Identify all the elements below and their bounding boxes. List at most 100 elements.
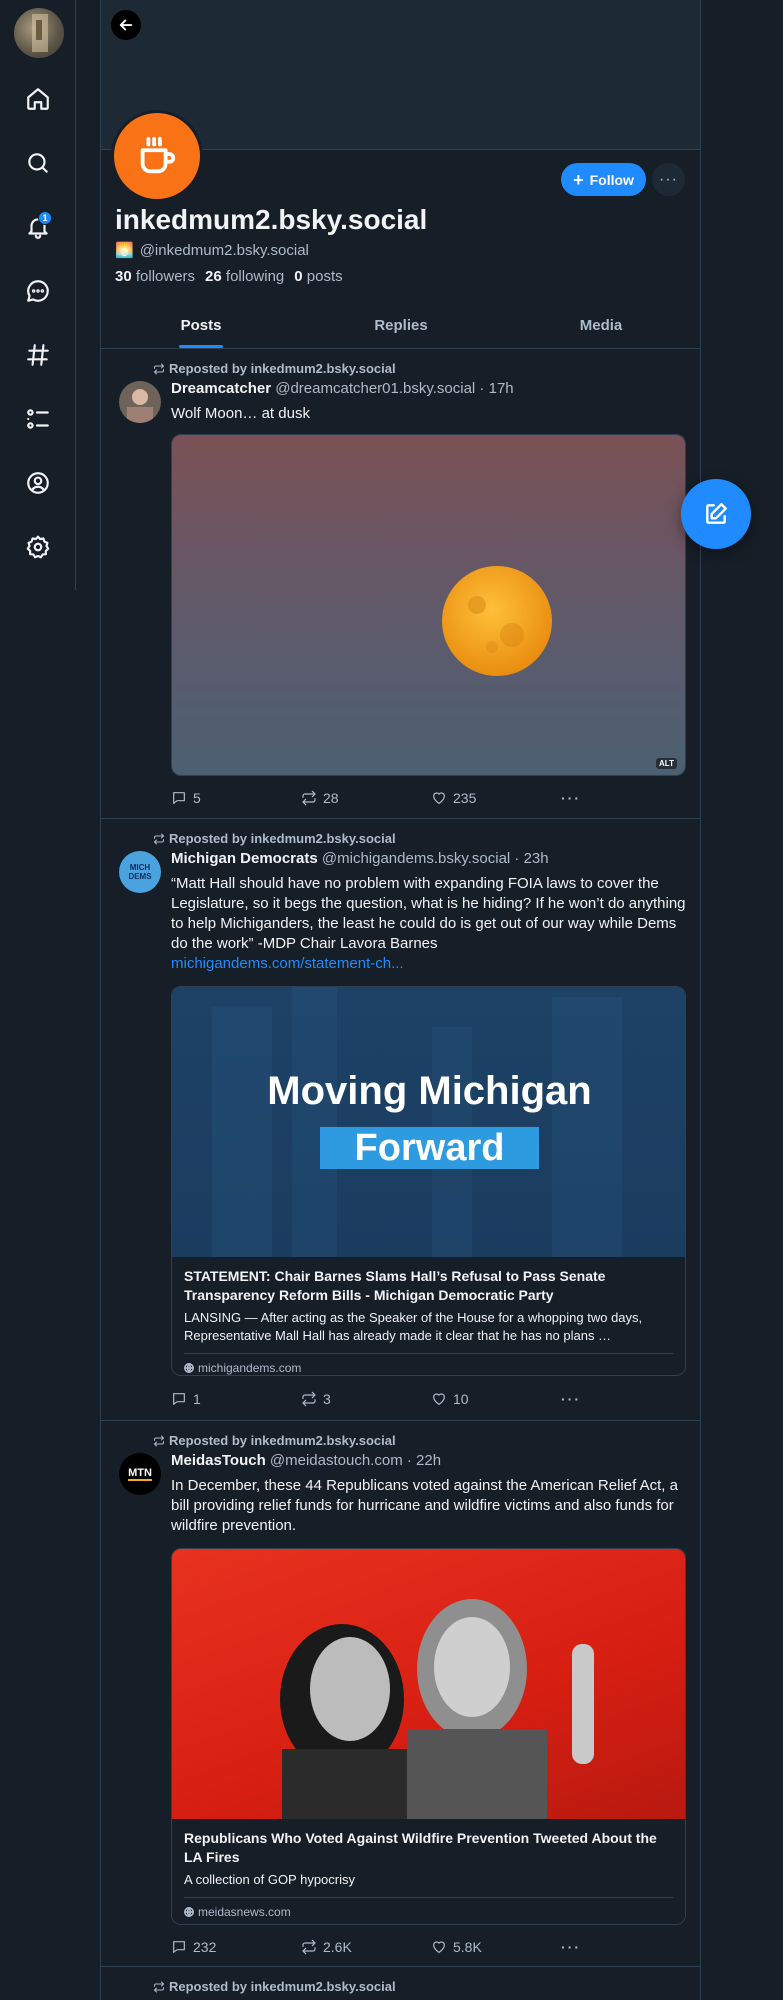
post-author-name[interactable]: Dreamcatcher [171,380,271,397]
reply-button[interactable]: 1 [171,1391,201,1407]
feed-post[interactable]: Reposted by inkedmum2.bsky.social Dreamc… [101,349,701,819]
image-headline: Moving Michigan [267,1069,592,1113]
feed-post[interactable]: Reposted by inkedmum2.bsky.social MICH D… [101,819,701,1421]
tab-replies[interactable]: Replies [301,305,501,348]
profile-handle: @inkedmum2.bsky.social [139,241,309,259]
tab-media[interactable]: Media [501,305,701,348]
link-card-domain: meidasnews.com [184,1897,673,1919]
link-card-title: STATEMENT: Chair Barnes Slams Hall’s Ref… [184,1268,606,1303]
post-more-button[interactable]: ··· [561,790,581,806]
globe-icon [184,1907,194,1917]
more-options-button[interactable]: ··· [652,163,685,196]
post-author-avatar[interactable] [119,381,161,423]
feed-post[interactable]: Reposted by inkedmum2.bsky.social MTN Me… [101,1421,701,1967]
follow-label: Follow [589,171,634,188]
comment-icon [173,792,185,804]
post-actions: 1 3 10 ··· [171,1391,611,1411]
repost-indicator[interactable]: Reposted by inkedmum2.bsky.social [153,1979,396,1994]
repost-icon [154,833,164,844]
chat-icon [27,280,49,302]
post-text: “Matt Hall should have no problem with e… [171,875,686,972]
post-author-meta: @dreamcatcher01.bsky.social · 17h [275,380,514,397]
repost-icon [302,1939,316,1955]
nav-lists[interactable] [18,399,58,439]
nav-settings[interactable] [18,527,58,567]
following-stat[interactable]: 26 following [205,268,284,285]
post-author-name[interactable]: Michigan Democrats [171,850,318,867]
like-button[interactable]: 235 [431,790,476,806]
link-card-domain: michigandems.com [184,1353,673,1375]
like-button[interactable]: 10 [431,1391,469,1407]
post-header: Michigan Democrats @michigandems.bsky.so… [171,850,549,867]
post-actions: 232 2.6K 5.8K ··· [171,1939,611,1959]
compose-post-button[interactable] [681,479,751,549]
settings-icon [26,535,50,559]
followers-stat[interactable]: 30 followers [115,268,195,285]
nav-feeds[interactable] [18,335,58,375]
reply-button[interactable]: 5 [171,790,201,806]
repost-indicator[interactable]: Reposted by inkedmum2.bsky.social [153,361,396,376]
posts-stat: 0 posts [294,268,343,285]
post-author-name[interactable]: MeidasTouch [171,1452,266,1469]
image-headline-highlight: Forward [320,1127,539,1169]
link-card-image [172,1549,685,1819]
link-card-body: Republicans Who Voted Against Wildfire P… [172,1819,685,1924]
post-more-button[interactable]: ··· [561,1939,581,1955]
back-button[interactable] [111,10,141,40]
sunrise-emoji: 🌅 [115,242,134,259]
notification-badge: 1 [38,211,52,225]
profile-tabs: Posts Replies Media [101,305,701,349]
follow-button[interactable]: + Follow [561,163,646,196]
reply-button[interactable]: 232 [171,1939,216,1955]
repost-icon [302,790,316,806]
heart-icon [433,1941,445,1953]
link-card-body: STATEMENT: Chair Barnes Slams Hall’s Ref… [172,1257,685,1375]
heart-icon [433,792,445,804]
repost-icon [154,1981,164,1992]
post-link[interactable]: michigandems.com/statement-ch... [171,955,404,972]
repost-indicator[interactable]: Reposted by inkedmum2.bsky.social [153,1433,396,1448]
comment-icon [173,1393,185,1405]
heart-icon [433,1393,445,1405]
post-author-avatar[interactable]: MTN [119,1453,161,1495]
coffee-cup-icon [140,136,176,174]
profile-handle-line: 🌅 @inkedmum2.bsky.social [115,241,309,260]
nav-notifications[interactable]: 1 [18,207,58,247]
post-author-meta: @meidastouch.com · 22h [269,1452,442,1469]
repost-button[interactable]: 2.6K [301,1939,352,1955]
post-more-button[interactable]: ··· [561,1391,581,1407]
nav-chat[interactable] [18,271,58,311]
search-icon [28,153,48,173]
home-icon [27,88,49,110]
post-image[interactable]: ALT [171,434,686,776]
post-author-avatar[interactable]: MICH DEMS [119,851,161,893]
tab-posts[interactable]: Posts [101,305,301,348]
comment-icon [173,1941,185,1953]
user-avatar[interactable] [14,8,64,58]
link-card[interactable]: Moving Michigan Forward STATEMENT: Chair… [171,986,686,1376]
link-card-title: Republicans Who Voted Against Wildfire P… [184,1830,657,1865]
compose-icon [706,503,727,524]
like-button[interactable]: 5.8K [431,1939,482,1955]
profile-stats: 30 followers 26 following 0 posts [115,268,343,285]
plus-icon: + [573,169,584,190]
list-icon [27,409,49,429]
alt-badge[interactable]: ALT [656,758,677,769]
link-card[interactable]: Republicans Who Voted Against Wildfire P… [171,1548,686,1925]
repost-button[interactable]: 28 [301,790,339,806]
post-actions: 5 28 235 ··· [171,790,611,810]
repost-indicator[interactable]: Reposted by inkedmum2.bsky.social [153,831,396,846]
nav-search[interactable] [18,143,58,183]
post-text: Wolf Moon… at dusk [171,405,310,422]
repost-button[interactable]: 3 [301,1391,331,1407]
profile-icon [27,472,49,494]
nav-home[interactable] [18,79,58,119]
repost-icon [154,1435,164,1446]
profile-avatar[interactable] [111,110,203,202]
nav-profile[interactable] [18,463,58,503]
globe-icon [184,1363,194,1373]
feed-post[interactable]: Reposted by inkedmum2.bsky.social [101,1967,701,2000]
link-card-description: A collection of GOP hypocrisy [184,1872,356,1887]
main-column: + Follow ··· inkedmum2.bsky.social 🌅 @in… [100,0,701,2000]
repost-icon [154,363,164,374]
